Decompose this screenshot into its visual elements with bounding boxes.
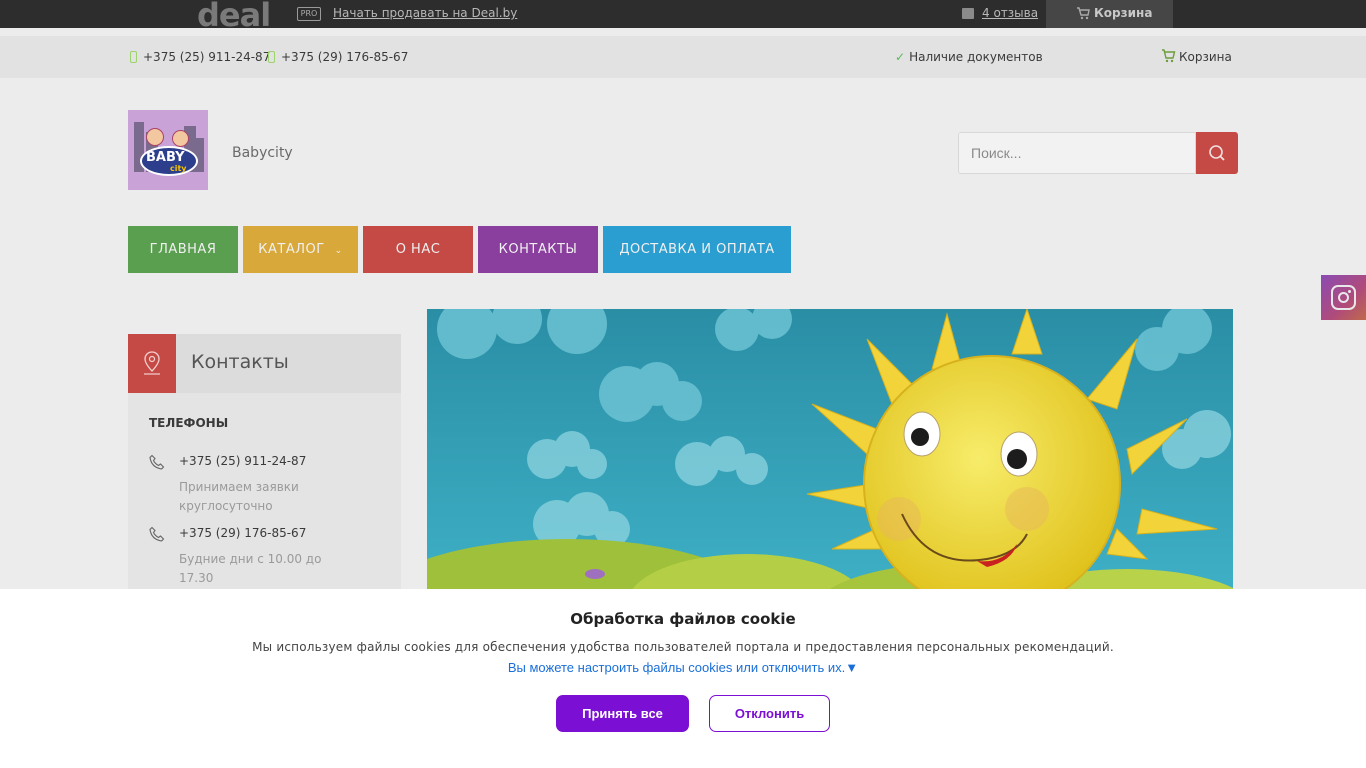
cookie-title: Обработка файлов cookie xyxy=(570,610,796,628)
check-icon: ✓ xyxy=(895,50,906,64)
nav-home-label: ГЛАВНАЯ xyxy=(149,242,217,257)
chevron-down-icon: ⌄ xyxy=(334,246,343,256)
top-cart-label: Корзина xyxy=(1094,6,1153,20)
search-form xyxy=(958,132,1238,174)
shop-info-bar: +375 (25) 911-24-87 +375 (29) 176-85-67 … xyxy=(0,36,1366,78)
pro-badge: PRO xyxy=(297,7,321,21)
deal-logo[interactable]: deal xyxy=(197,0,271,34)
search-input[interactable] xyxy=(958,132,1196,174)
search-icon xyxy=(1209,145,1225,161)
nav-about-label: О НАС xyxy=(395,242,441,257)
nav-delivery[interactable]: ДОСТАВКА И ОПЛАТА xyxy=(603,226,791,273)
phone-link-2[interactable]: +375 (29) 176-85-67 xyxy=(268,50,408,64)
mobile-phone-icon xyxy=(130,51,137,63)
logo-text: BABY xyxy=(146,150,185,165)
accept-all-button[interactable]: Принять все xyxy=(556,695,689,732)
nav-catalog-label: КАТАЛОГ xyxy=(258,242,325,257)
shop-cart-link[interactable]: Корзина xyxy=(1161,49,1232,64)
nav-catalog[interactable]: КАТАЛОГ ⌄ xyxy=(243,226,358,273)
nav-delivery-label: ДОСТАВКА И ОПЛАТА xyxy=(619,242,775,257)
sun-illustration xyxy=(427,309,1233,594)
documents-label: Наличие документов xyxy=(909,50,1043,64)
banner-image[interactable] xyxy=(427,309,1233,594)
nav-contacts-label: КОНТАКТЫ xyxy=(498,242,578,257)
logo-child-face xyxy=(172,130,189,147)
phone-2-number: +375 (29) 176-85-67 xyxy=(281,50,409,64)
mobile-phone-icon xyxy=(268,51,275,63)
start-selling-link[interactable]: Начать продавать на Deal.by xyxy=(333,6,517,20)
reviews-link[interactable]: 4 отзыва xyxy=(962,6,1038,20)
cookie-settings-link[interactable]: Вы можете настроить файлы cookies или от… xyxy=(0,660,1366,675)
phone-link-1[interactable]: +375 (25) 911-24-87 xyxy=(130,50,270,64)
portal-top-bar: deal PRO Начать продавать на Deal.by 4 о… xyxy=(0,0,1366,34)
phone-icon xyxy=(149,526,165,542)
contact-phone-number[interactable]: +375 (25) 911-24-87 xyxy=(179,454,306,468)
logo-subtext: city xyxy=(170,164,187,173)
cookie-consent-bar: Обработка файлов cookie Мы используем фа… xyxy=(0,589,1366,768)
shop-logo[interactable]: BABY city xyxy=(128,110,208,190)
contact-phone-note: Принимаем заявки круглосуточно xyxy=(179,480,299,513)
cart-icon xyxy=(1162,49,1176,63)
documents-link[interactable]: ✓ Наличие документов xyxy=(895,50,1043,64)
comment-icon xyxy=(962,8,974,19)
instagram-icon xyxy=(1331,285,1356,310)
contacts-panel: Контакты ТЕЛЕФОНЫ +375 (25) 911-24-87 Пр… xyxy=(128,334,401,594)
search-button[interactable] xyxy=(1196,132,1238,174)
contacts-header: Контакты xyxy=(128,334,401,393)
phone-icon xyxy=(149,454,165,470)
contact-phone-note: Будние дни с 10.00 до 17.30 xyxy=(179,552,322,585)
location-pin-icon xyxy=(128,334,176,393)
phones-heading: ТЕЛЕФОНЫ xyxy=(149,416,229,430)
nav-contacts[interactable]: КОНТАКТЫ xyxy=(478,226,598,273)
instagram-button[interactable] xyxy=(1321,275,1366,320)
cart-icon xyxy=(1077,7,1090,20)
shop-name[interactable]: Babycity xyxy=(232,145,293,161)
nav-home[interactable]: ГЛАВНАЯ xyxy=(128,226,238,273)
shop-cart-label: Корзина xyxy=(1179,50,1232,64)
reject-button[interactable]: Отклонить xyxy=(709,695,830,732)
nav-about[interactable]: О НАС xyxy=(363,226,473,273)
top-cart-button[interactable]: Корзина xyxy=(1046,0,1173,28)
contacts-title: Контакты xyxy=(191,351,289,373)
phone-1-number: +375 (25) 911-24-87 xyxy=(143,50,271,64)
cookie-text: Мы используем файлы cookies для обеспече… xyxy=(252,640,1114,654)
reviews-label: 4 отзыва xyxy=(982,6,1039,20)
contact-phone-number[interactable]: +375 (29) 176-85-67 xyxy=(179,526,306,540)
logo-child-face xyxy=(146,128,164,146)
